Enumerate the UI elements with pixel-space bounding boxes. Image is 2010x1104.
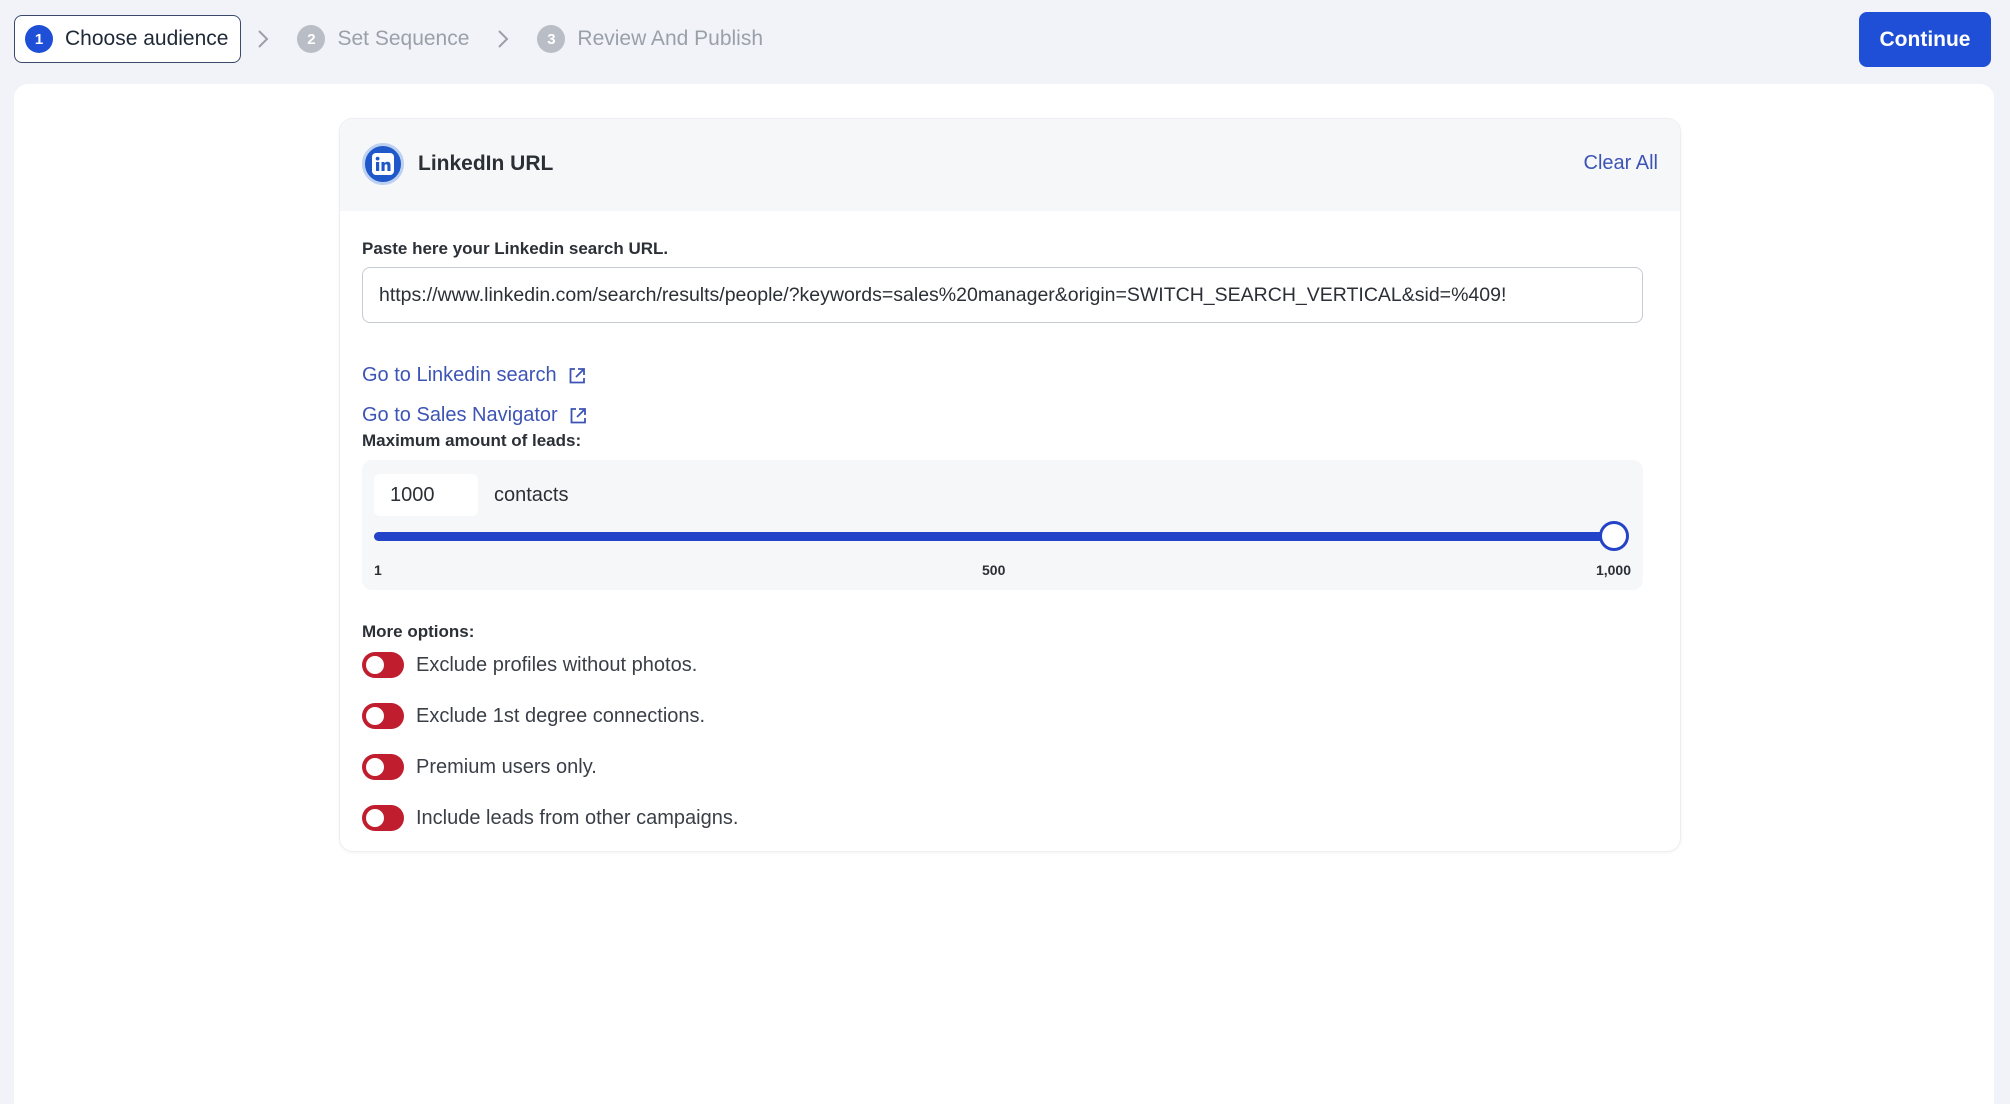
step-number: 2 — [297, 25, 326, 53]
leads-unit-label: contacts — [494, 484, 569, 506]
option-exclude-no-photos: Exclude profiles without photos. — [362, 650, 697, 680]
toggle-label: Premium users only. — [416, 755, 597, 778]
option-include-other-campaigns: Include leads from other campaigns. — [362, 803, 738, 833]
leads-quantity-input[interactable] — [374, 474, 478, 516]
leads-slider-box: contacts 1 500 1,000 — [362, 460, 1643, 590]
go-to-sales-navigator-link[interactable]: Go to Sales Navigator — [362, 404, 588, 427]
exclude-1st-degree-toggle[interactable] — [362, 703, 404, 729]
leads-slider-fill — [374, 532, 1614, 541]
slider-tick-max: 1,000 — [1595, 562, 1631, 578]
toggle-label: Exclude profiles without photos. — [416, 653, 698, 676]
url-field-label: Paste here your Linkedin search URL. — [362, 239, 669, 258]
exclude-no-photos-toggle[interactable] — [362, 652, 404, 678]
leads-slider-track[interactable] — [374, 521, 1629, 551]
continue-button[interactable]: Continue — [1859, 12, 1991, 67]
external-link-icon — [569, 367, 585, 383]
linkedin-url-card: LinkedIn URL Clear All Paste here your L… — [339, 118, 1681, 852]
go-to-linkedin-search-link[interactable]: Go to Linkedin search — [362, 364, 587, 387]
card-title: LinkedIn URL — [418, 152, 554, 175]
link-label: Go to Linkedin search — [362, 364, 557, 386]
more-options-label: More options: — [362, 622, 475, 641]
stepper: 1 Choose audience 2 Set Sequence 3 Revie… — [14, 15, 775, 63]
step-choose-audience[interactable]: 1 Choose audience — [14, 15, 242, 63]
option-exclude-1st-degree: Exclude 1st degree connections. — [362, 701, 705, 731]
step-number: 3 — [537, 25, 566, 53]
clear-all-button[interactable]: Clear All — [1584, 152, 1658, 175]
toggle-label: Include leads from other campaigns. — [416, 806, 739, 829]
linkedin-url-input[interactable] — [362, 267, 1643, 323]
chevron-right-icon — [481, 28, 525, 50]
card-header: LinkedIn URL Clear All — [340, 119, 1680, 211]
premium-only-toggle[interactable] — [362, 754, 404, 780]
step-review-and-publish[interactable]: 3 Review And Publish — [525, 15, 775, 63]
option-premium-only: Premium users only. — [362, 752, 597, 782]
step-label: Review And Publish — [577, 27, 764, 50]
step-label: Set Sequence — [337, 27, 470, 50]
top-bar: 1 Choose audience 2 Set Sequence 3 Revie… — [0, 0, 2010, 82]
linkedin-icon — [362, 143, 404, 185]
main-panel: LinkedIn URL Clear All Paste here your L… — [14, 84, 1994, 1104]
step-set-sequence[interactable]: 2 Set Sequence — [285, 15, 481, 63]
step-label: Choose audience — [65, 27, 229, 50]
link-label: Go to Sales Navigator — [362, 404, 558, 426]
slider-tick-min: 1 — [374, 562, 382, 578]
toggle-label: Exclude 1st degree connections. — [416, 704, 706, 727]
leads-slider-thumb[interactable] — [1599, 521, 1629, 551]
max-leads-label: Maximum amount of leads: — [362, 431, 582, 450]
include-other-campaigns-toggle[interactable] — [362, 805, 404, 831]
step-number: 1 — [25, 25, 53, 53]
chevron-right-icon — [241, 28, 285, 50]
external-link-icon — [570, 407, 586, 423]
slider-tick-mid: 500 — [982, 562, 1006, 578]
